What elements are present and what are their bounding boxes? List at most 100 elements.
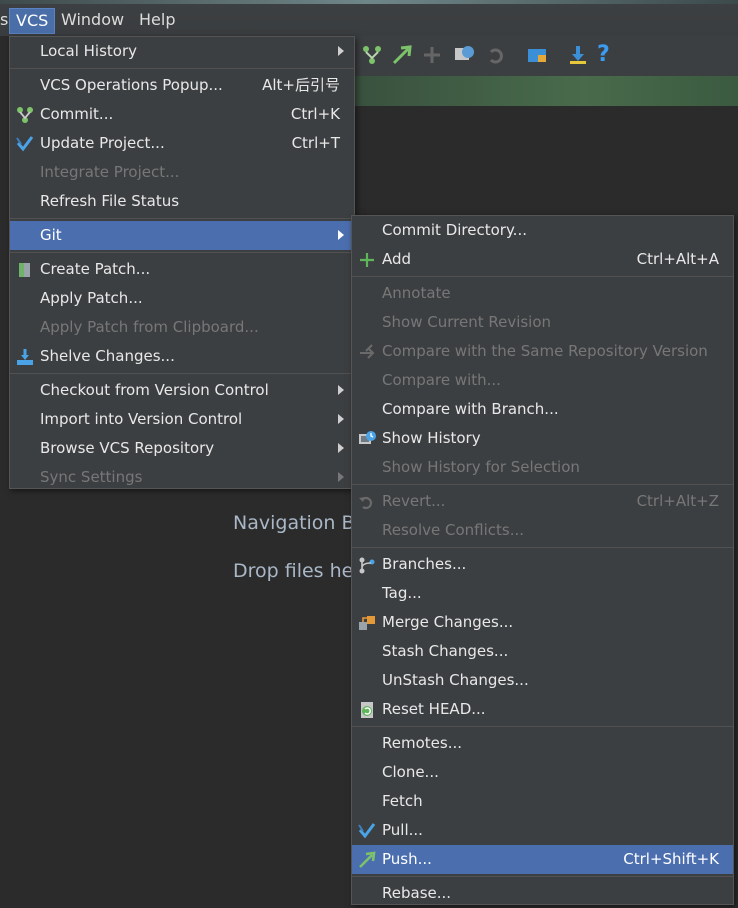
menu-item-rebase[interactable]: Rebase... bbox=[352, 879, 733, 908]
update-icon[interactable] bbox=[567, 44, 589, 66]
menu-separator bbox=[352, 484, 733, 485]
menu-item-shortcut: Ctrl+K bbox=[290, 105, 340, 123]
menu-item-apply-patch-from-clipboard[interactable]: Apply Patch from Clipboard... bbox=[10, 313, 354, 342]
menu-item-refresh-file-status[interactable]: Refresh File Status bbox=[10, 187, 354, 216]
menu-item-label: Update Project... bbox=[40, 134, 165, 152]
menu-item-shelve-changes[interactable]: Shelve Changes... bbox=[10, 342, 354, 371]
menu-vcs[interactable]: VCS bbox=[9, 8, 56, 34]
menu-separator bbox=[10, 252, 354, 253]
menu-item-label: Annotate bbox=[382, 284, 451, 302]
submenu-arrow-icon bbox=[338, 414, 344, 424]
menu-item-update-project[interactable]: Update Project... Ctrl+T bbox=[10, 129, 354, 158]
submenu-arrow-icon bbox=[338, 230, 344, 240]
branches-icon bbox=[359, 557, 375, 574]
menu-item-shortcut: Ctrl+T bbox=[291, 134, 340, 152]
menu-item-label: Git bbox=[40, 226, 62, 244]
menu-item-pull[interactable]: Pull... bbox=[352, 816, 733, 845]
shelve-icon bbox=[17, 349, 33, 365]
menu-item-label: Revert... bbox=[382, 492, 446, 510]
pull-icon bbox=[358, 823, 376, 839]
merge-icon bbox=[359, 616, 375, 630]
history-icon bbox=[359, 431, 376, 444]
menu-item-revert[interactable]: Revert... Ctrl+Alt+Z bbox=[352, 487, 733, 516]
menu-item-compare-with-branch[interactable]: Compare with Branch... bbox=[352, 395, 733, 424]
vcs-push-icon[interactable] bbox=[391, 44, 413, 66]
compare-icon[interactable] bbox=[421, 44, 443, 66]
menu-item-import-into-vcs[interactable]: Import into Version Control bbox=[10, 405, 354, 434]
menu-item-browse-vcs-repository[interactable]: Browse VCS Repository bbox=[10, 434, 354, 463]
menu-separator bbox=[10, 373, 354, 374]
menu-item-label: Commit Directory... bbox=[382, 221, 527, 239]
menu-item-fetch[interactable]: Fetch bbox=[352, 787, 733, 816]
vcs-menu: Local History VCS Operations Popup... Al… bbox=[9, 36, 355, 489]
menu-item-add[interactable]: Add Ctrl+Alt+A bbox=[352, 245, 733, 274]
menu-item-label: Browse VCS Repository bbox=[40, 439, 215, 457]
menu-item-vcs-operations-popup[interactable]: VCS Operations Popup... Alt+后引号 bbox=[10, 71, 354, 100]
help-icon[interactable]: ? bbox=[597, 44, 619, 66]
menu-item-label: Branches... bbox=[382, 555, 467, 573]
menu-item-label: Pull... bbox=[382, 821, 423, 839]
menu-item-commit-directory[interactable]: Commit Directory... bbox=[352, 216, 733, 245]
vcs-commit-icon[interactable] bbox=[361, 44, 383, 66]
menu-separator bbox=[352, 726, 733, 727]
menu-item-integrate-project[interactable]: Integrate Project... bbox=[10, 158, 354, 187]
menu-item-remotes[interactable]: Remotes... bbox=[352, 729, 733, 758]
menu-item-local-history[interactable]: Local History bbox=[10, 37, 354, 66]
menu-item-branches[interactable]: Branches... bbox=[352, 550, 733, 579]
update-project-icon bbox=[16, 136, 34, 152]
menu-item-label: Compare with the Same Repository Version bbox=[382, 342, 708, 360]
menu-item-shortcut: Alt+后引号 bbox=[262, 76, 340, 94]
menu-item-show-current-revision[interactable]: Show Current Revision bbox=[352, 308, 733, 337]
menu-item-git[interactable]: Git bbox=[10, 221, 354, 250]
menu-item-label: Show Current Revision bbox=[382, 313, 552, 331]
menu-item-tag[interactable]: Tag... bbox=[352, 579, 733, 608]
menu-item-push[interactable]: Push... Ctrl+Shift+K bbox=[352, 845, 733, 874]
shelf-icon[interactable] bbox=[526, 44, 548, 66]
menu-item-annotate[interactable]: Annotate bbox=[352, 279, 733, 308]
menu-help[interactable]: Help bbox=[133, 8, 181, 32]
menu-item-label: Compare with Branch... bbox=[382, 400, 559, 418]
menu-item-compare-with[interactable]: Compare with... bbox=[352, 366, 733, 395]
menu-item-label: UnStash Changes... bbox=[382, 671, 529, 689]
menu-item-clone[interactable]: Clone... bbox=[352, 758, 733, 787]
revert-icon[interactable] bbox=[485, 44, 507, 66]
menu-item-show-history-for-selection[interactable]: Show History for Selection bbox=[352, 453, 733, 482]
commit-icon bbox=[17, 107, 33, 123]
menu-item-create-patch[interactable]: Create Patch... bbox=[10, 255, 354, 284]
submenu-arrow-icon bbox=[338, 385, 344, 395]
menu-item-label: Add bbox=[382, 250, 412, 268]
menu-item-commit[interactable]: Commit... Ctrl+K bbox=[10, 100, 354, 129]
menu-item-label: Fetch bbox=[382, 792, 423, 810]
menu-item-sync-settings[interactable]: Sync Settings bbox=[10, 463, 354, 492]
main-toolbar: ? bbox=[355, 36, 738, 76]
menu-item-shortcut: Ctrl+Shift+K bbox=[623, 850, 719, 868]
menu-item-label: Reset HEAD... bbox=[382, 700, 486, 718]
menu-item-show-history[interactable]: Show History bbox=[352, 424, 733, 453]
menu-separator bbox=[10, 68, 354, 69]
editor-hint-navigation: Navigation B bbox=[233, 512, 355, 534]
window-title-strip bbox=[0, 0, 738, 4]
menu-item-compare-same-repo-version[interactable]: Compare with the Same Repository Version bbox=[352, 337, 733, 366]
menu-bar: s VCS Window Help bbox=[0, 0, 738, 37]
menu-window[interactable]: Window bbox=[55, 8, 130, 32]
submenu-arrow-icon bbox=[338, 46, 344, 56]
create-patch-icon bbox=[19, 263, 30, 277]
menu-item-label: Apply Patch from Clipboard... bbox=[40, 318, 259, 336]
push-icon bbox=[359, 851, 376, 868]
editor-hint-drop: Drop files he bbox=[233, 560, 354, 582]
revert-icon bbox=[359, 496, 373, 510]
menu-item-label: Resolve Conflicts... bbox=[382, 521, 525, 539]
menu-item-label: Rebase... bbox=[382, 884, 452, 902]
menu-item-unstash-changes[interactable]: UnStash Changes... bbox=[352, 666, 733, 695]
menu-item-stash-changes[interactable]: Stash Changes... bbox=[352, 637, 733, 666]
menu-item-label: Checkout from Version Control bbox=[40, 381, 269, 399]
menu-item-merge-changes[interactable]: Merge Changes... bbox=[352, 608, 733, 637]
history-icon[interactable] bbox=[453, 44, 475, 66]
menu-item-label: Remotes... bbox=[382, 734, 462, 752]
menu-item-resolve-conflicts[interactable]: Resolve Conflicts... bbox=[352, 516, 733, 545]
menu-item-apply-patch[interactable]: Apply Patch... bbox=[10, 284, 354, 313]
reset-head-icon bbox=[361, 702, 373, 718]
menu-item-checkout-from-vcs[interactable]: Checkout from Version Control bbox=[10, 376, 354, 405]
menu-item-reset-head[interactable]: Reset HEAD... bbox=[352, 695, 733, 724]
add-icon bbox=[360, 253, 374, 267]
